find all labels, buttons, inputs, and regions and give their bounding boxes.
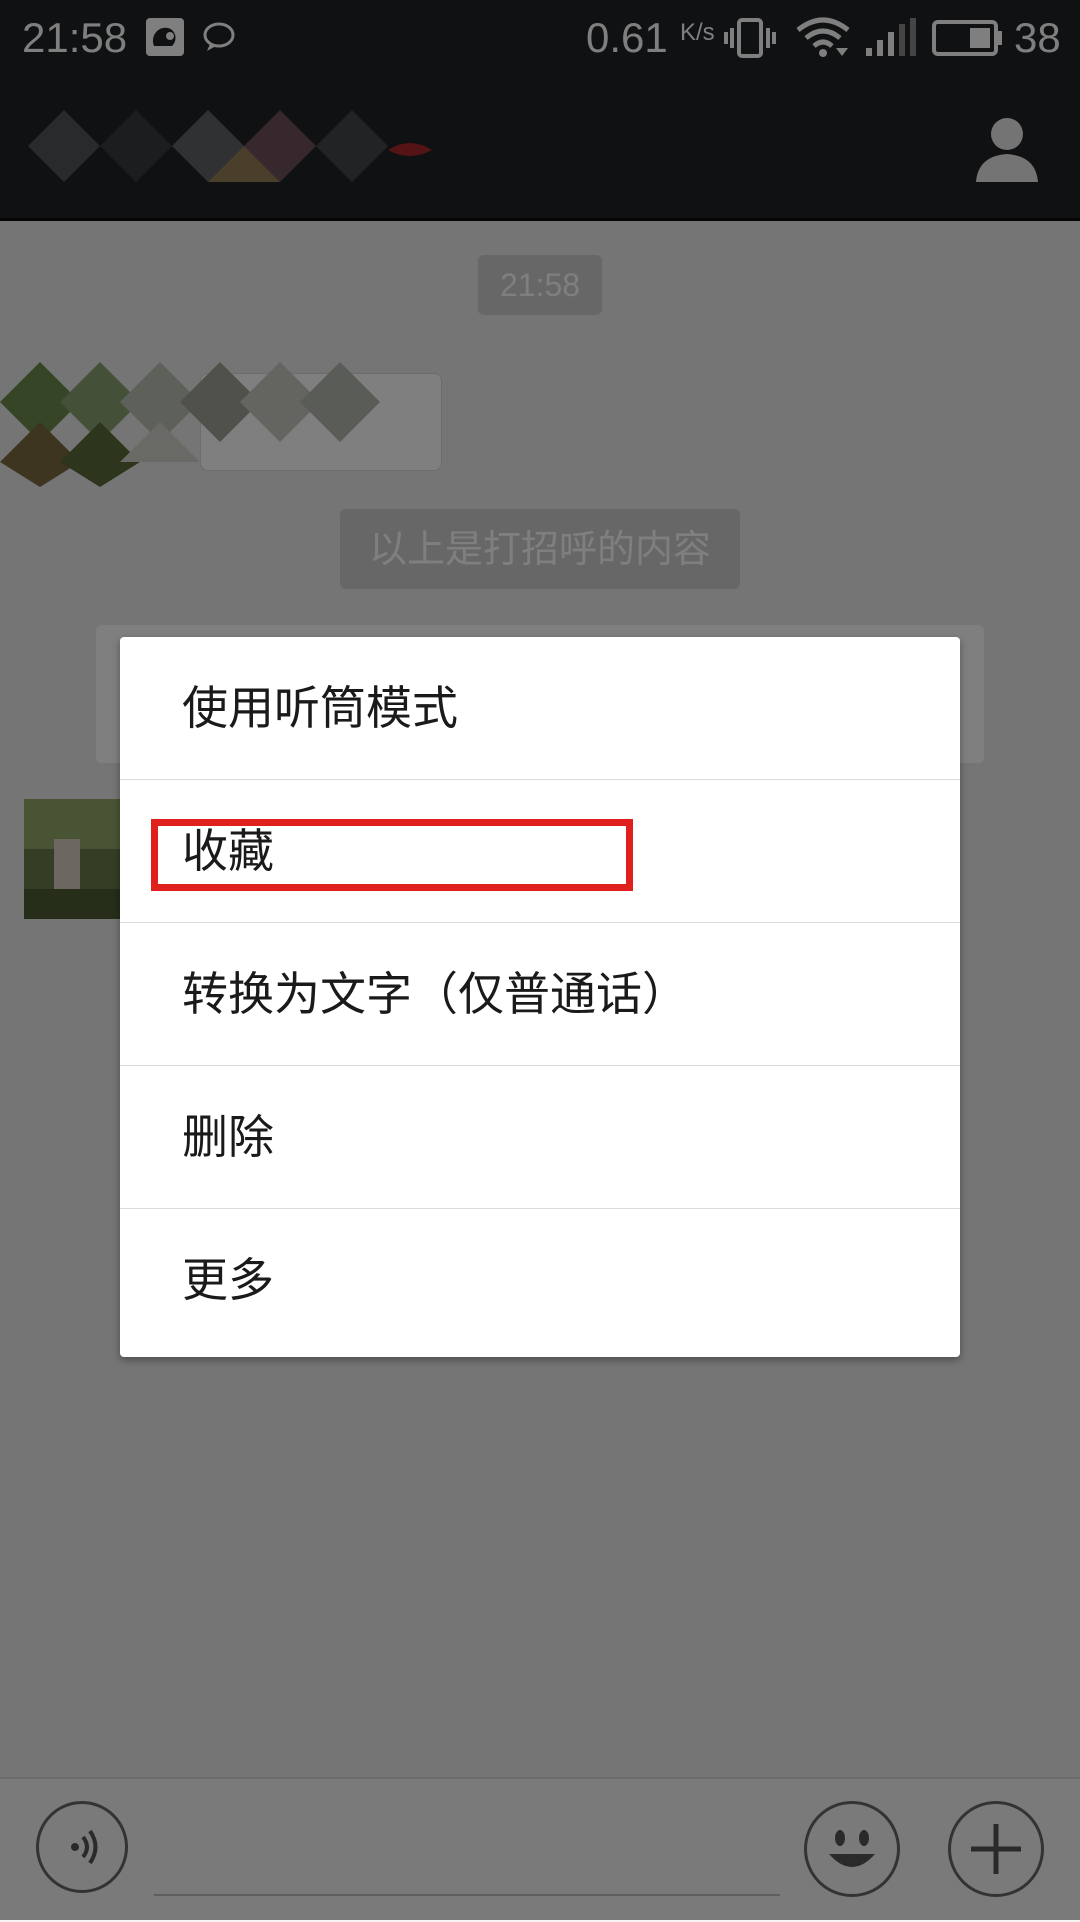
menu-item-label: 转换为文字（仅普通话） [182,967,688,1021]
highlight-annotation [151,819,633,891]
menu-item-label: 使用听筒模式 [182,681,458,735]
menu-item-label: 更多 [182,1253,274,1307]
menu-item-convert-to-text[interactable]: 转换为文字（仅普通话） [120,923,960,1066]
menu-item-earpiece-mode[interactable]: 使用听筒模式 [120,637,960,780]
menu-item-delete[interactable]: 删除 [120,1066,960,1209]
menu-item-label: 删除 [182,1110,274,1164]
context-menu: 使用听筒模式 收藏 转换为文字（仅普通话） 删除 更多 [120,637,960,1357]
menu-item-more[interactable]: 更多 [120,1209,960,1357]
